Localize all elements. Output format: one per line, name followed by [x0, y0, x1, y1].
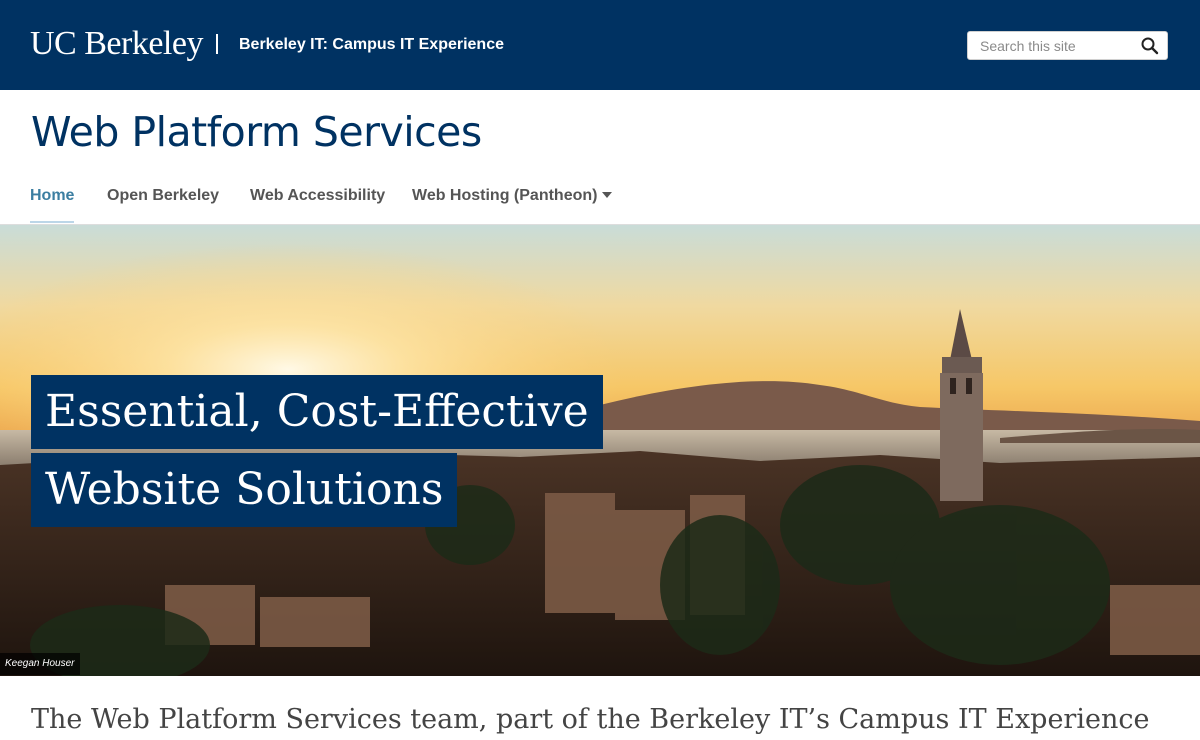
search-input[interactable]	[968, 32, 1140, 59]
search-form	[967, 31, 1168, 60]
header-divider	[216, 34, 218, 54]
hero-heading-line-2: Website Solutions	[31, 453, 458, 527]
nav-item-open-berkeley[interactable]: Open Berkeley	[107, 186, 219, 206]
nav-item-web-accessibility[interactable]: Web Accessibility	[250, 186, 385, 206]
hero-heading-line-1: Essential, Cost-Effective	[31, 375, 603, 449]
chevron-down-icon	[602, 192, 613, 198]
hero-image	[0, 225, 1200, 676]
search-button[interactable]	[1139, 35, 1161, 57]
main-nav: Home Open Berkeley Web Accessibility Web…	[0, 176, 1200, 225]
site-title[interactable]: Web Platform Services	[31, 104, 482, 160]
hero-banner: Essential, Cost-Effective Website Soluti…	[0, 225, 1200, 676]
nav-item-web-hosting-label: Web Hosting (Pantheon)	[412, 187, 598, 204]
uc-berkeley-logo[interactable]: UC Berkeley	[30, 22, 203, 66]
search-icon	[1141, 37, 1159, 55]
nav-item-web-hosting[interactable]: Web Hosting (Pantheon)	[412, 186, 613, 206]
photo-credit: Keegan Houser	[0, 653, 80, 675]
top-bar: UC Berkeley Berkeley IT: Campus IT Exper…	[0, 0, 1200, 90]
nav-item-home[interactable]: Home	[30, 186, 75, 223]
unit-name-link[interactable]: Berkeley IT: Campus IT Experience	[239, 34, 504, 56]
intro-text: The Web Platform Services team, part of …	[31, 704, 1150, 735]
